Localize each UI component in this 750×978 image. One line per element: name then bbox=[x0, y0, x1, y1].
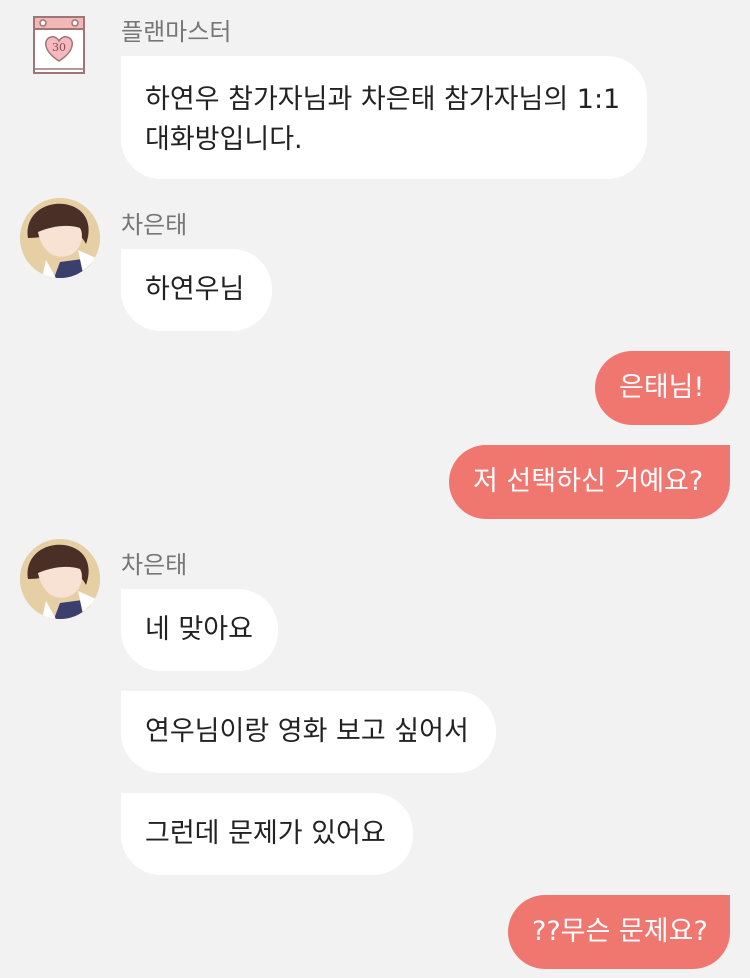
message-line: 하연우 참가자님과 차은태 참가자님의 1:1 bbox=[145, 84, 621, 115]
sender-name: 차은태 bbox=[121, 211, 188, 239]
message-bubble[interactable]: 네 맞아요 bbox=[121, 589, 278, 671]
avatar[interactable] bbox=[20, 539, 100, 619]
sender-name-planmaster: 플랜마스터 bbox=[121, 18, 232, 46]
message-text: 연우님이랑 영화 보고 싶어서 bbox=[145, 716, 469, 747]
message-text: ??무슨 문제요? bbox=[532, 916, 708, 947]
message-text: 네 맞아요 bbox=[145, 614, 253, 645]
message-text: 은태님! bbox=[619, 372, 705, 403]
message-bubble-outgoing[interactable]: 저 선택하신 거예요? bbox=[449, 445, 730, 519]
plan-master-calendar-icon: 30 bbox=[33, 15, 85, 75]
message-bubble[interactable]: 하연우님 bbox=[121, 249, 272, 331]
message-bubble[interactable]: 그런데 문제가 있어요 bbox=[121, 793, 413, 875]
calendar-number: 30 bbox=[52, 41, 66, 54]
message-bubble-outgoing[interactable]: 은태님! bbox=[595, 351, 730, 425]
message-bubble[interactable]: 하연우 참가자님과 차은태 참가자님의 1:1 대화방입니다. bbox=[121, 56, 647, 179]
message-text: 그런데 문제가 있어요 bbox=[145, 818, 386, 849]
message-bubble[interactable]: 연우님이랑 영화 보고 싶어서 bbox=[121, 691, 496, 773]
message-bubble-outgoing[interactable]: ??무슨 문제요? bbox=[508, 895, 730, 969]
sender-name: 차은태 bbox=[121, 551, 188, 579]
message-text: 하연우님 bbox=[145, 274, 245, 305]
message-line: 대화방입니다. bbox=[145, 124, 303, 155]
message-text: 저 선택하신 거예요? bbox=[473, 466, 704, 497]
avatar[interactable] bbox=[20, 198, 100, 278]
